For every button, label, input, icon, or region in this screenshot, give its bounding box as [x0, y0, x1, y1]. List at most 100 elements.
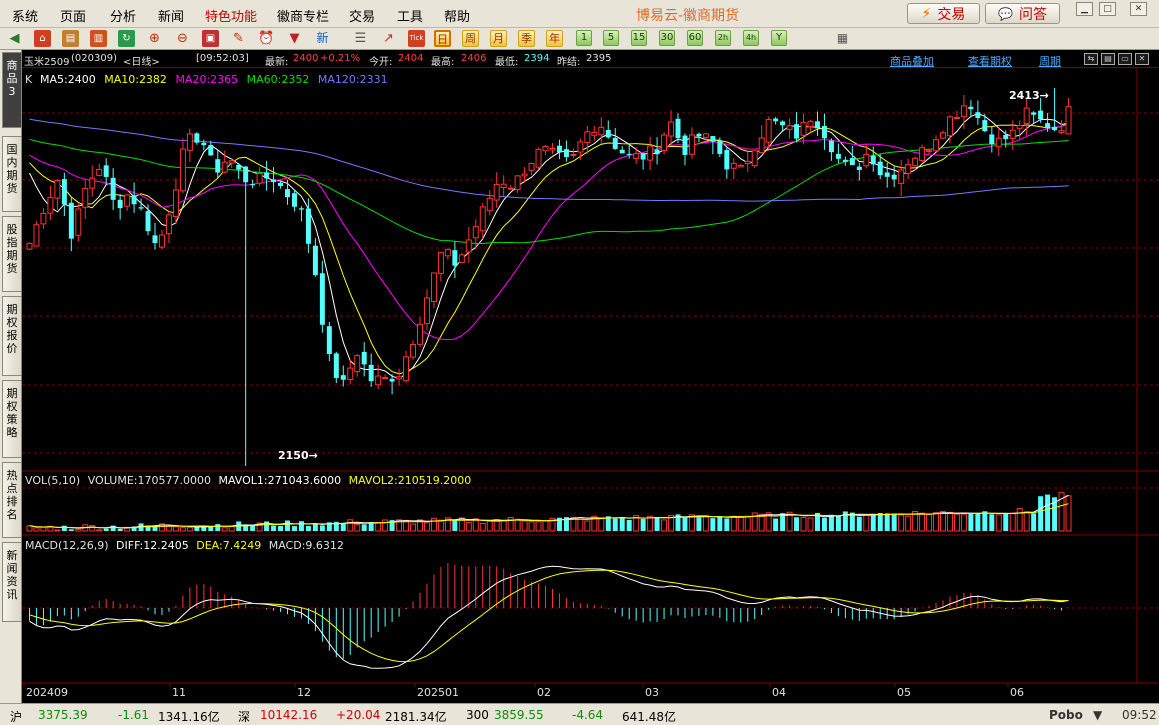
menu-item-5[interactable]: 徽商专栏	[277, 6, 329, 25]
menu-item-6[interactable]: 交易	[349, 6, 375, 25]
line-chart-icon[interactable]: ↗	[380, 30, 397, 47]
candle-body-up	[744, 160, 751, 164]
minute-period-button-0[interactable]: 1	[576, 30, 592, 46]
sidebar-tab-5[interactable]: 热点排名	[2, 462, 21, 538]
period-button-3[interactable]: 季	[518, 30, 535, 47]
period-button-1[interactable]: 周	[462, 30, 479, 47]
overlay-commodity-link[interactable]: 商品叠加	[890, 53, 934, 69]
volume-bar-down	[682, 517, 688, 531]
minute-period-button-1[interactable]: 5	[603, 30, 619, 46]
zoom-in-icon[interactable]: ⊕	[146, 30, 163, 47]
volume-bar-up	[89, 525, 96, 532]
period-button-4[interactable]: 年	[546, 30, 563, 47]
hour-period-button-1[interactable]: 4h	[743, 30, 759, 46]
vol-value: VOLUME:170577.0000	[88, 474, 211, 487]
panel-split-icon[interactable]: ▤	[1101, 53, 1115, 65]
candle-body-up	[500, 183, 507, 189]
candle-body-down	[452, 250, 458, 266]
year-period-button[interactable]: Y	[771, 30, 787, 46]
diff-value: DIFF:12.2405	[116, 539, 189, 552]
tick-label: Tick	[409, 34, 424, 42]
candle-body-down	[856, 166, 862, 170]
panel-layout-icon[interactable]: ⇆	[1084, 53, 1098, 65]
volume-bar-up	[221, 527, 228, 532]
volume-bar-down	[794, 517, 800, 531]
sidebar-tab-3[interactable]: 期权报价	[2, 296, 21, 376]
sh-index: 3375.39	[38, 708, 88, 722]
folder-icon[interactable]: ▤	[62, 30, 79, 47]
hour-period-button-0[interactable]: 2h	[715, 30, 731, 46]
panel-minimize-icon[interactable]: ▭	[1118, 53, 1132, 65]
candle-body-up	[688, 134, 695, 155]
close-button[interactable]: ✕	[1130, 2, 1147, 16]
back-arrow-icon[interactable]: ◀	[6, 30, 23, 47]
sidebar-tab-6[interactable]: 新闻资讯	[2, 542, 21, 622]
low-label: 最低:	[495, 57, 519, 68]
panel-close-icon[interactable]: ✕	[1135, 53, 1149, 65]
list-icon[interactable]: ☰	[352, 30, 369, 47]
menu-item-3[interactable]: 新闻	[158, 6, 184, 25]
prev-close-price: 2395	[586, 53, 612, 64]
home-icon[interactable]: ⌂	[34, 30, 51, 47]
period-link[interactable]: 周期	[1039, 53, 1061, 69]
period-button-2[interactable]: 月	[490, 30, 507, 47]
menu-item-2[interactable]: 分析	[110, 6, 136, 25]
sidebar-tab-1[interactable]: 国内期货	[2, 136, 21, 212]
candle-body-up	[591, 131, 598, 136]
macd-label: MACD(12,26,9)	[25, 539, 109, 552]
minute-period-button-3[interactable]: 30	[659, 30, 675, 46]
menu-item-1[interactable]: 页面	[60, 6, 86, 25]
candle-body-up	[702, 133, 709, 138]
sidebar-tab-4[interactable]: 期权策略	[2, 380, 21, 458]
news-icon[interactable]: 新	[314, 30, 331, 47]
tick-button[interactable]: Tick	[408, 30, 425, 47]
ma-legend: MA5:2400 MA10:2382 MA20:2365 MA60:2352 M…	[40, 73, 388, 86]
menu-item-4[interactable]: 特色功能	[205, 6, 257, 25]
price-chart[interactable]: K MA5:2400 MA10:2382 MA20:2365 MA60:2352…	[22, 68, 1159, 703]
candle-body-up	[926, 150, 933, 153]
minute-period-button-4[interactable]: 60	[687, 30, 703, 46]
ma20-label: MA20:2365	[175, 73, 238, 86]
maximize-button[interactable]: □	[1099, 2, 1116, 16]
menu-item-7[interactable]: 工具	[397, 6, 423, 25]
alarm-icon[interactable]: ⏰	[258, 30, 275, 47]
zoom-out-icon[interactable]: ⊖	[174, 30, 191, 47]
lightning-icon: ⚡	[921, 5, 932, 22]
filter-icon[interactable]: ▼	[286, 30, 303, 47]
view-options-link[interactable]: 查看期权	[968, 53, 1012, 69]
candle-body-up	[1016, 124, 1023, 129]
volume-bar-up	[730, 515, 737, 532]
menu-item-8[interactable]: 帮助	[444, 6, 470, 25]
volume-bar-down	[654, 517, 660, 531]
volume-bar-down	[835, 515, 841, 531]
period-button-0[interactable]: 日	[434, 30, 451, 47]
menu-item-0[interactable]: 系统	[12, 6, 38, 25]
volume-bar-down	[717, 516, 723, 531]
minute-period-button-2[interactable]: 15	[631, 30, 647, 46]
sidebar-tab-2[interactable]: 股指期货	[2, 216, 21, 292]
candle-body-down	[780, 121, 786, 126]
x-axis-label: 05	[897, 686, 911, 699]
volume-bar-up	[521, 520, 528, 532]
pencil-icon[interactable]: ✎	[230, 30, 247, 47]
sidebar-tab-0[interactable]: 商品3	[2, 52, 21, 128]
volume-bar-down	[1031, 513, 1037, 531]
minimize-button[interactable]: ▁	[1076, 2, 1093, 16]
volume-bar-down	[194, 527, 200, 531]
candle-body-down	[884, 172, 890, 177]
c300-index: 3859.55	[494, 708, 544, 722]
candle-body-down	[1045, 123, 1051, 129]
candle-body-up	[730, 162, 737, 169]
candle-body-down	[250, 184, 256, 186]
high-label: 最高:	[431, 57, 455, 68]
candle-body-down	[285, 189, 290, 198]
trade-button[interactable]: ⚡ 交易	[907, 3, 980, 24]
refresh-icon[interactable]: ↻	[118, 30, 135, 47]
candle-body-up	[458, 254, 465, 263]
grid-settings-icon[interactable]: ▦	[834, 30, 851, 47]
candle-body-down	[556, 145, 562, 153]
window-icon[interactable]: ▣	[202, 30, 219, 47]
vol-label: VOL(5,10)	[25, 474, 80, 487]
qa-button[interactable]: 💬 问答	[985, 3, 1060, 24]
chart-window-icon[interactable]: ▥	[90, 30, 107, 47]
